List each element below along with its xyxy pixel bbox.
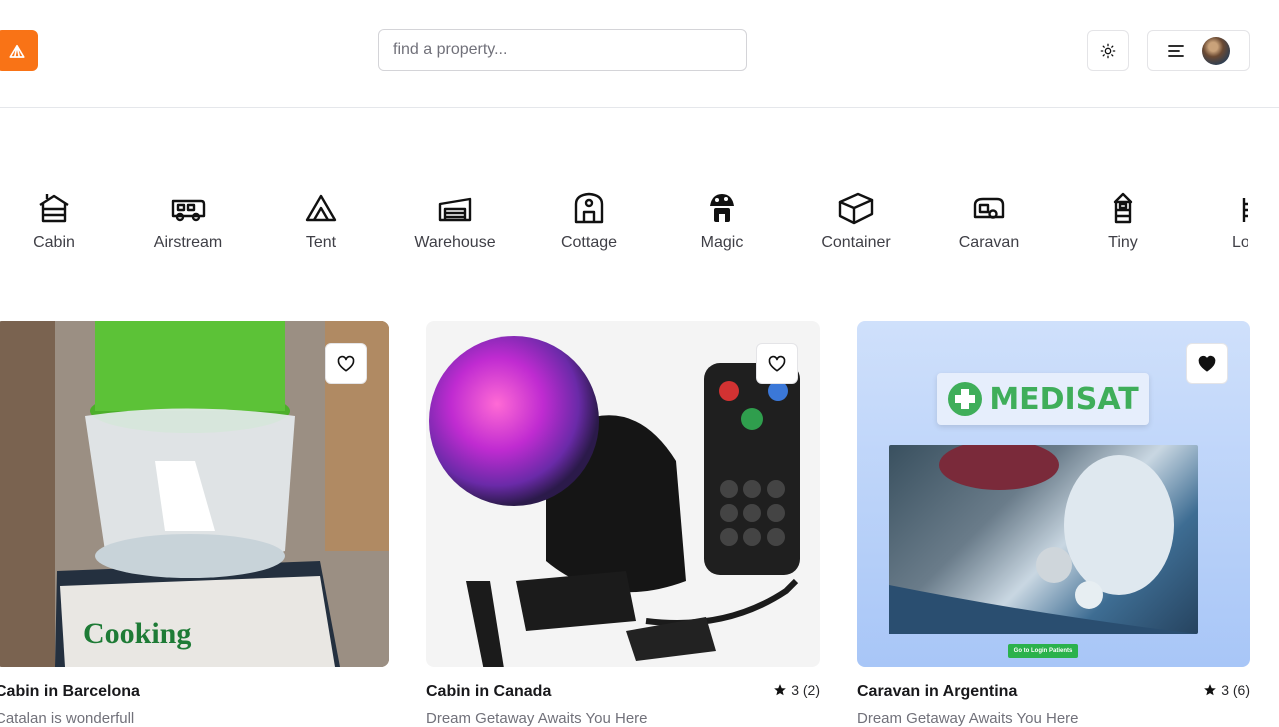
property-rating: 3 (6) (1203, 682, 1250, 698)
property-description: Dream Getaway Awaits You Here (426, 710, 648, 727)
category-magic[interactable]: Magic (667, 190, 777, 252)
magic-icon (710, 194, 734, 222)
tent-logo-icon (9, 44, 25, 58)
category-cabin[interactable]: Cabin (0, 190, 109, 252)
theme-toggle-button[interactable] (1087, 30, 1129, 71)
category-tiny[interactable]: Tiny (1068, 190, 1178, 252)
property-description: Dream Getaway Awaits You Here (857, 710, 1079, 727)
login-cta: Go to Login Patients (1008, 644, 1078, 658)
user-menu-button[interactable] (1147, 30, 1250, 71)
menu-icon (1167, 44, 1184, 57)
heart-filled-icon (1198, 355, 1216, 371)
navbar (0, 0, 1279, 108)
category-bar: Cabin Airstream Tent Warehouse Cottage M… (0, 190, 1279, 270)
favorite-button[interactable] (756, 343, 798, 384)
category-warehouse[interactable]: Warehouse (400, 190, 510, 252)
category-caravan[interactable]: Caravan (934, 190, 1044, 252)
heart-outline-icon (768, 355, 786, 372)
star-icon (774, 684, 787, 696)
property-card[interactable]: Cabin in Canada 3 (2) Dream Getaway Awai… (426, 321, 820, 727)
warehouse-icon (438, 197, 472, 222)
medical-cross-icon (948, 382, 983, 416)
logo-button[interactable] (0, 30, 38, 71)
favorite-button[interactable] (1186, 343, 1228, 384)
doctor-photo (889, 445, 1198, 634)
category-tent[interactable]: Tent (266, 190, 376, 252)
property-title: Cabin in Canada (426, 683, 552, 700)
category-cottage[interactable]: Cottage (534, 190, 644, 252)
property-image[interactable] (426, 321, 820, 667)
category-lodge[interactable]: Lo (1188, 190, 1248, 252)
container-icon (838, 192, 874, 225)
sun-icon (1100, 43, 1116, 58)
property-title: Cabin in Barcelona (0, 683, 140, 700)
favorite-button[interactable] (325, 343, 367, 384)
avatar (1201, 36, 1230, 65)
tent-icon (305, 194, 337, 222)
rating-value: 3 (2) (791, 682, 820, 698)
category-container[interactable]: Container (801, 190, 911, 252)
property-image[interactable]: MEDISAT Go to Login Patients (857, 321, 1250, 667)
airstream-icon (171, 199, 206, 222)
box-label: Cooking (83, 617, 192, 650)
cottage-icon (574, 192, 604, 224)
category-airstream[interactable]: Airstream (133, 190, 243, 252)
property-image[interactable]: Cooking (0, 321, 389, 667)
tiny-icon (1113, 192, 1133, 224)
star-icon (1204, 684, 1217, 696)
heart-outline-icon (337, 355, 355, 372)
property-description: Catalan is wonderfull (0, 710, 135, 727)
rating-value: 3 (6) (1221, 682, 1250, 698)
property-title: Caravan in Argentina (857, 683, 1018, 700)
lodge-icon (1242, 198, 1248, 222)
cabin-icon (39, 194, 69, 223)
property-card[interactable]: Cooking Cabin in Barcelona Catalan is wo… (0, 321, 389, 727)
medisat-banner: MEDISAT (937, 373, 1149, 425)
search-input[interactable] (378, 29, 747, 71)
property-rating: 3 (2) (773, 682, 820, 698)
property-card[interactable]: MEDISAT Go to Login Patients Caravan in … (857, 321, 1250, 727)
caravan-icon (973, 197, 1005, 219)
